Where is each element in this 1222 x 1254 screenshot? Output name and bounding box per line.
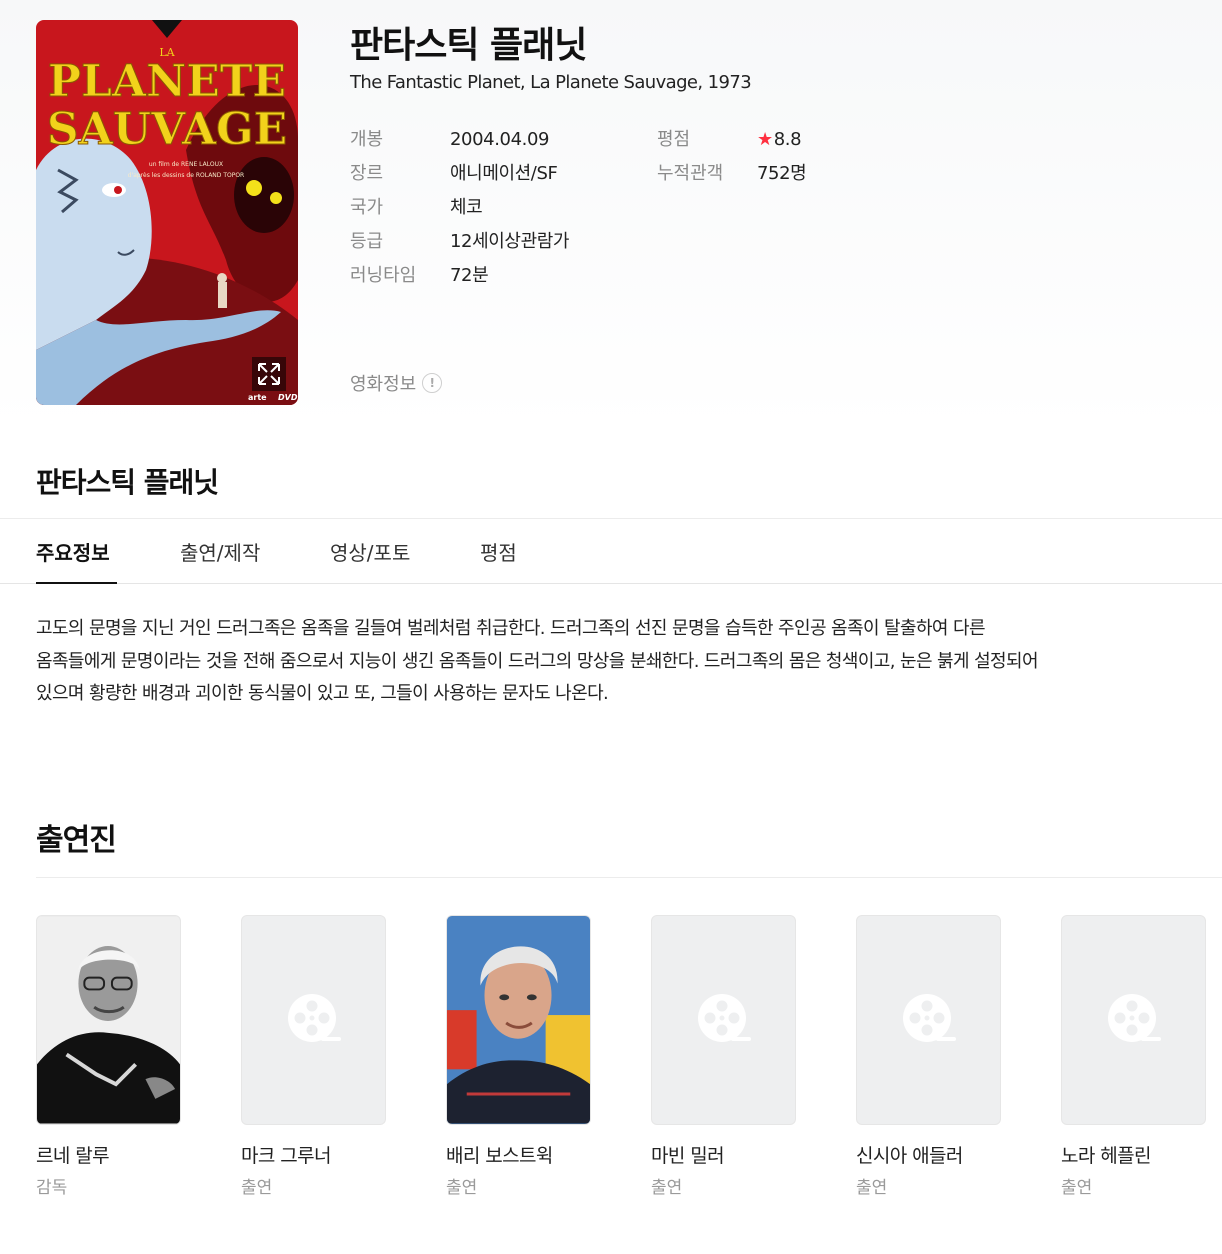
- movie-info-link[interactable]: 영화정보 !: [350, 370, 443, 396]
- info-icon: !: [422, 373, 443, 393]
- cast-role: 감독: [36, 1178, 68, 1198]
- cast-card[interactable]: 신시아 애들러 출연: [856, 915, 1001, 1198]
- person-photo: [37, 916, 180, 1124]
- cast-card[interactable]: 노라 헤플린 출연: [1061, 915, 1206, 1198]
- poster-logo-dvd: DVD: [278, 393, 298, 402]
- expand-button[interactable]: [252, 357, 286, 391]
- poster-logo-arte: arte: [248, 393, 267, 402]
- tab-main-info[interactable]: 주요정보: [36, 537, 110, 566]
- info-label: 장르: [350, 163, 384, 184]
- movie-info-list: 개봉 2004.04.09 장르 애니메이션/SF 국가 체코 등급 12세이상…: [350, 123, 569, 293]
- movie-poster[interactable]: LA PLANETE SAUVAGE un film de RENE LALOU…: [36, 20, 298, 405]
- cast-photo-placeholder: [856, 915, 1001, 1125]
- cast-name: 신시아 애들러: [856, 1145, 963, 1167]
- movie-stats-list: 평점 ★8.8 누적관객 752명: [657, 123, 807, 191]
- active-tab-indicator: [36, 582, 117, 584]
- info-label: 러닝타임: [350, 265, 417, 286]
- tab-reviews[interactable]: 평점: [480, 537, 517, 566]
- info-value: 애니메이션/SF: [450, 163, 558, 184]
- cast-role: 출연: [446, 1178, 478, 1198]
- poster-title-line2: SAUVAGE: [47, 104, 287, 155]
- info-row-rating-grade: 등급 12세이상관람가: [350, 225, 569, 259]
- info-value: 752명: [757, 163, 807, 184]
- info-value: 12세이상관람가: [450, 231, 570, 252]
- info-row-genre: 장르 애니메이션/SF: [350, 157, 569, 191]
- info-label: 등급: [350, 231, 384, 252]
- cast-name: 노라 헤플린: [1061, 1145, 1151, 1167]
- info-label: 개봉: [350, 129, 384, 150]
- divider: [36, 877, 1222, 878]
- cast-card[interactable]: 르네 랄루 감독: [36, 915, 181, 1198]
- info-row-runtime: 러닝타임 72분: [350, 259, 569, 293]
- film-reel-icon: [287, 994, 341, 1042]
- star-icon: ★: [757, 129, 773, 150]
- cast-name: 르네 랄루: [36, 1145, 110, 1167]
- info-row-release: 개봉 2004.04.09: [350, 123, 569, 157]
- poster-credit1: un film de RENE LALOUX: [149, 161, 223, 168]
- cast-photo: [36, 915, 181, 1125]
- film-reel-icon: [902, 994, 956, 1042]
- section-title: 판타스틱 플래닛: [36, 466, 219, 499]
- movie-info-link-label: 영화정보: [350, 374, 417, 395]
- info-value: 72분: [450, 265, 489, 286]
- info-row-audience: 누적관객 752명: [657, 157, 807, 191]
- cast-role: 출연: [1061, 1178, 1093, 1198]
- info-value: 2004.04.09: [450, 129, 550, 150]
- poster-credit2: d'après les dessins de ROLAND TOPOR: [128, 172, 244, 179]
- info-value-score: ★8.8: [757, 123, 802, 157]
- cast-photo: [446, 915, 591, 1125]
- cast-name: 마크 그루너: [241, 1145, 331, 1167]
- poster-image: LA PLANETE SAUVAGE un film de RENE LALOU…: [36, 20, 298, 405]
- tab-cast-crew[interactable]: 출연/제작: [180, 537, 260, 566]
- movie-title: 판타스틱 플래닛: [350, 25, 587, 66]
- info-row-score: 평점 ★8.8: [657, 123, 806, 157]
- score-value: 8.8: [773, 129, 802, 150]
- tab-video-photo[interactable]: 영상/포토: [330, 537, 410, 566]
- film-reel-icon: [697, 994, 751, 1042]
- cast-role: 출연: [651, 1178, 683, 1198]
- info-label: 평점: [657, 129, 691, 150]
- synopsis: 고도의 문명을 지닌 거인 드러그족은 옴족을 길들여 벌레처럼 취급한다. 드…: [36, 618, 1039, 704]
- poster-title-line1: PLANETE: [48, 56, 286, 107]
- cast-role: 출연: [241, 1178, 273, 1198]
- cast-card[interactable]: 배리 보스트윅 출연: [446, 915, 591, 1198]
- tab-bar: 주요정보 출연/제작 영상/포토 평점: [0, 518, 1222, 584]
- cast-role: 출연: [856, 1178, 888, 1198]
- person-photo: [447, 916, 590, 1124]
- expand-icon: [258, 363, 280, 385]
- film-reel-icon: [1107, 994, 1161, 1042]
- cast-name: 배리 보스트윅: [446, 1145, 553, 1167]
- cast-card[interactable]: 마크 그루너 출연: [241, 915, 386, 1198]
- movie-subtitle: The Fantastic Planet, La Planete Sauvage…: [350, 72, 752, 93]
- info-label: 누적관객: [657, 163, 724, 184]
- info-row-country: 국가 체코: [350, 191, 569, 225]
- cast-section-title: 출연진: [36, 823, 117, 858]
- cast-card[interactable]: 마빈 밀러 출연: [651, 915, 796, 1198]
- info-value: 체코: [450, 197, 483, 218]
- cast-photo-placeholder: [1061, 915, 1206, 1125]
- cast-photo-placeholder: [651, 915, 796, 1125]
- info-label: 국가: [350, 197, 384, 218]
- cast-name: 마빈 밀러: [651, 1145, 725, 1167]
- cast-photo-placeholder: [241, 915, 386, 1125]
